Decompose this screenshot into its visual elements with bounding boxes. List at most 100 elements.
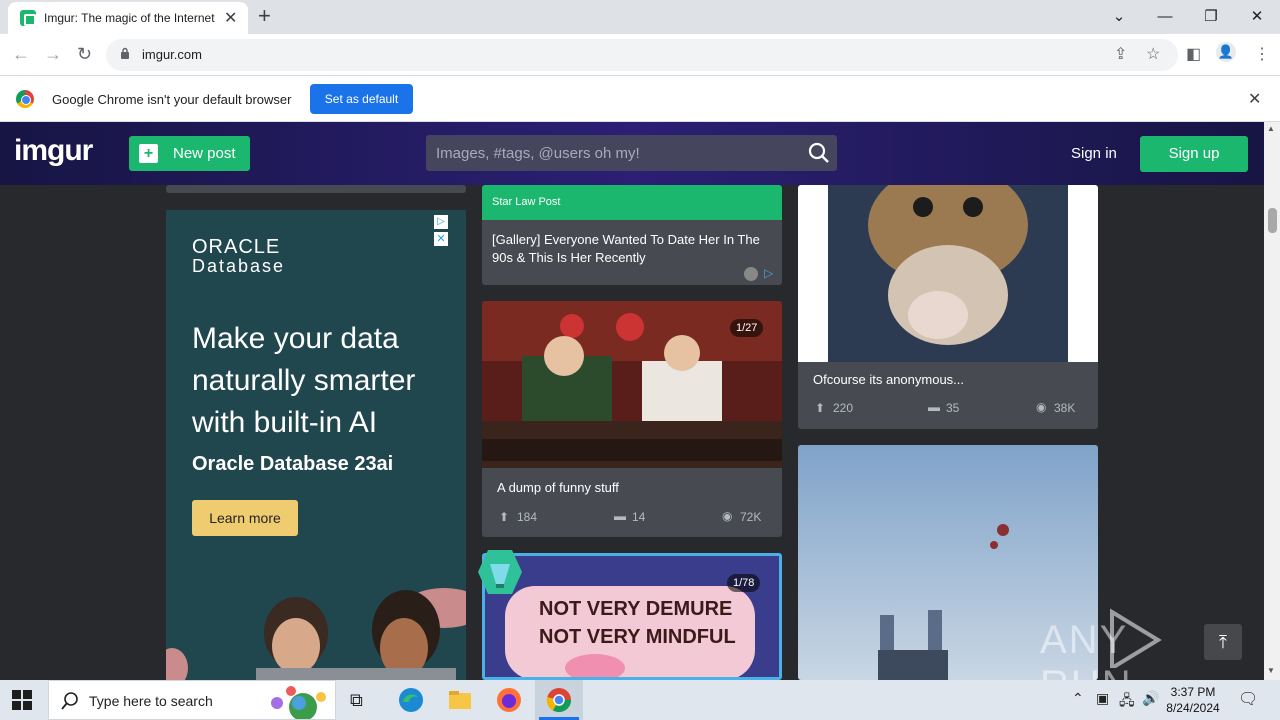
close-window-icon[interactable]: ✕: [1234, 0, 1280, 32]
ad-people-image: [166, 568, 466, 680]
learn-more-button[interactable]: Learn more: [192, 500, 298, 536]
firefox-icon[interactable]: [495, 686, 523, 714]
page-scrollbar[interactable]: ▲ ▼: [1264, 122, 1280, 680]
search-highlight-globe-icon: [271, 686, 326, 719]
upvote-icon[interactable]: ⬆: [499, 510, 509, 524]
views-eye-icon: ◉: [1036, 400, 1047, 414]
network-icon[interactable]: 🖧: [1119, 690, 1135, 714]
tray-device-icon[interactable]: ▣: [1096, 690, 1109, 707]
adchoices-icon[interactable]: ▷: [434, 215, 448, 229]
infobar-close-icon[interactable]: ✕: [1248, 89, 1261, 109]
image-text-line2: NOT VERY MINDFUL: [539, 626, 736, 648]
default-browser-infobar: Google Chrome isn't your default browser…: [0, 77, 1280, 122]
system-clock[interactable]: 3:37 PM 8/24/2024: [1162, 684, 1224, 716]
comment-icon: ▬: [614, 509, 626, 523]
tab-title: Imgur: The magic of the Internet: [44, 11, 215, 25]
share-icon[interactable]: ⇪: [1114, 44, 1127, 64]
post-title[interactable]: A dump of funny stuff: [497, 480, 619, 495]
back-icon[interactable]: ←: [12, 44, 30, 65]
forward-icon[interactable]: →: [44, 44, 62, 65]
infobar-message: Google Chrome isn't your default browser: [52, 92, 292, 107]
search-input[interactable]: Images, #tags, @users oh my!: [426, 135, 837, 171]
comment-icon: ▬: [928, 400, 940, 414]
imgur-logo[interactable]: imgur: [14, 134, 93, 168]
view-count: 72K: [740, 510, 762, 524]
oracle-ad[interactable]: ▷ ✕ ORACLE Database Make your data natur…: [166, 210, 466, 680]
scroll-down-arrow-icon[interactable]: ▼: [1267, 666, 1275, 675]
minimize-icon[interactable]: —: [1142, 0, 1188, 32]
promo-adchoices-icon[interactable]: ▷: [764, 266, 773, 280]
promo-title[interactable]: [Gallery] Everyone Wanted To Date Her In…: [492, 231, 762, 267]
scroll-to-top-icon[interactable]: ⤒: [1204, 624, 1242, 660]
new-tab-icon[interactable]: +: [258, 4, 271, 28]
task-view-icon[interactable]: ⧉: [350, 690, 363, 711]
image-text-line1: NOT VERY DEMURE: [539, 598, 733, 620]
view-count: 38K: [1054, 401, 1076, 415]
new-post-label: New post: [173, 145, 236, 162]
tab-search-chevron-icon[interactable]: ⌄: [1096, 0, 1142, 32]
new-post-button[interactable]: + New post: [129, 136, 250, 171]
tray-chevron-icon[interactable]: ⌃: [1072, 690, 1084, 707]
close-tab-icon[interactable]: ✕: [224, 8, 237, 28]
clock-date: 8/24/2024: [1166, 701, 1220, 715]
browser-tab[interactable]: Imgur: The magic of the Internet ✕: [8, 2, 248, 34]
upvote-count: 220: [833, 401, 854, 415]
volume-icon[interactable]: 🔊: [1142, 690, 1159, 707]
notifications-icon[interactable]: 🗨: [1238, 689, 1258, 709]
album-count-badge: 1/27: [730, 319, 764, 337]
comment-count: 35: [946, 401, 960, 415]
imgur-page: imgur + New post Images, #tags, @users o…: [0, 122, 1264, 680]
upvote-icon[interactable]: ⬆: [815, 401, 825, 415]
clock-time: 3:37 PM: [1170, 685, 1216, 699]
post-card-owl[interactable]: Ofcourse its anonymous... ⬆ 220 ▬ 35 ◉ 3…: [798, 185, 1098, 429]
scrollbar-thumb[interactable]: [1268, 208, 1277, 233]
menu-kebab-icon[interactable]: ⋮: [1254, 44, 1270, 64]
chrome-logo-icon: [16, 90, 34, 108]
post-thumbnail: [798, 185, 1098, 362]
comment-count: 14: [632, 510, 646, 524]
set-default-button[interactable]: Set as default: [310, 84, 413, 114]
chrome-taskbar-button[interactable]: [535, 680, 583, 720]
chrome-icon: [546, 688, 571, 713]
file-explorer-icon[interactable]: [446, 686, 474, 714]
taskbar-search-input[interactable]: Type here to search: [48, 680, 336, 720]
sign-in-link[interactable]: Sign in: [1071, 145, 1117, 162]
ad-product: Oracle Database 23ai: [192, 453, 394, 475]
post-title[interactable]: Ofcourse its anonymous...: [813, 372, 964, 387]
profile-avatar-icon[interactable]: 👤: [1216, 42, 1236, 62]
browser-toolbar: ← → ↻ imgur.com ⇪ ☆ ◧ 👤 ⋮: [0, 34, 1280, 76]
tab-strip: Imgur: The magic of the Internet ✕ + ⌄ —…: [0, 0, 1280, 34]
promo-logo-icon: [744, 267, 758, 281]
post-card-bottom[interactable]: [166, 185, 466, 193]
album-count-badge: 1/78: [727, 574, 761, 592]
post-card-demure[interactable]: NOT VERY DEMURE NOT VERY MINDFUL 1/78: [482, 553, 782, 680]
oracle-database-brand: Database: [192, 256, 286, 276]
search-icon[interactable]: [808, 142, 830, 164]
windows-taskbar: Type here to search ⧉ ⌃ ▣ 🖧 🔊 3:37 PM 8/…: [0, 680, 1280, 720]
search-icon: [61, 692, 78, 710]
bookmark-star-icon[interactable]: ☆: [1146, 44, 1160, 64]
scroll-up-arrow-icon[interactable]: ▲: [1267, 124, 1275, 133]
sign-up-button[interactable]: Sign up: [1140, 136, 1248, 172]
ad-choices-icons[interactable]: ▷ ✕: [434, 211, 466, 247]
plus-icon: +: [139, 144, 158, 163]
upvote-count: 184: [517, 510, 538, 524]
windows-start-icon[interactable]: [12, 690, 32, 710]
taskbar-search-placeholder: Type here to search: [89, 693, 213, 709]
post-card-funny-dump[interactable]: 1/27 A dump of funny stuff ⬆ 184 ▬ 14 ◉ …: [482, 301, 782, 537]
lock-icon: [121, 47, 129, 59]
url-text: imgur.com: [142, 47, 202, 62]
side-panel-icon[interactable]: ◧: [1186, 44, 1201, 64]
reload-icon[interactable]: ↻: [77, 44, 92, 65]
address-bar[interactable]: imgur.com: [106, 39, 1178, 71]
restore-icon[interactable]: ❐: [1188, 0, 1234, 32]
ad-close-icon[interactable]: ✕: [434, 232, 448, 246]
promo-header: Star Law Post: [482, 185, 782, 220]
emerald-trophy-icon: [478, 550, 522, 594]
search-placeholder: Images, #tags, @users oh my!: [436, 145, 640, 162]
edge-icon[interactable]: [397, 686, 425, 714]
promo-source: Star Law Post: [492, 196, 561, 208]
imgur-favicon-icon: [20, 10, 36, 26]
imgur-header: imgur + New post Images, #tags, @users o…: [0, 122, 1264, 185]
promo-card[interactable]: Star Law Post [Gallery] Everyone Wanted …: [482, 185, 782, 285]
